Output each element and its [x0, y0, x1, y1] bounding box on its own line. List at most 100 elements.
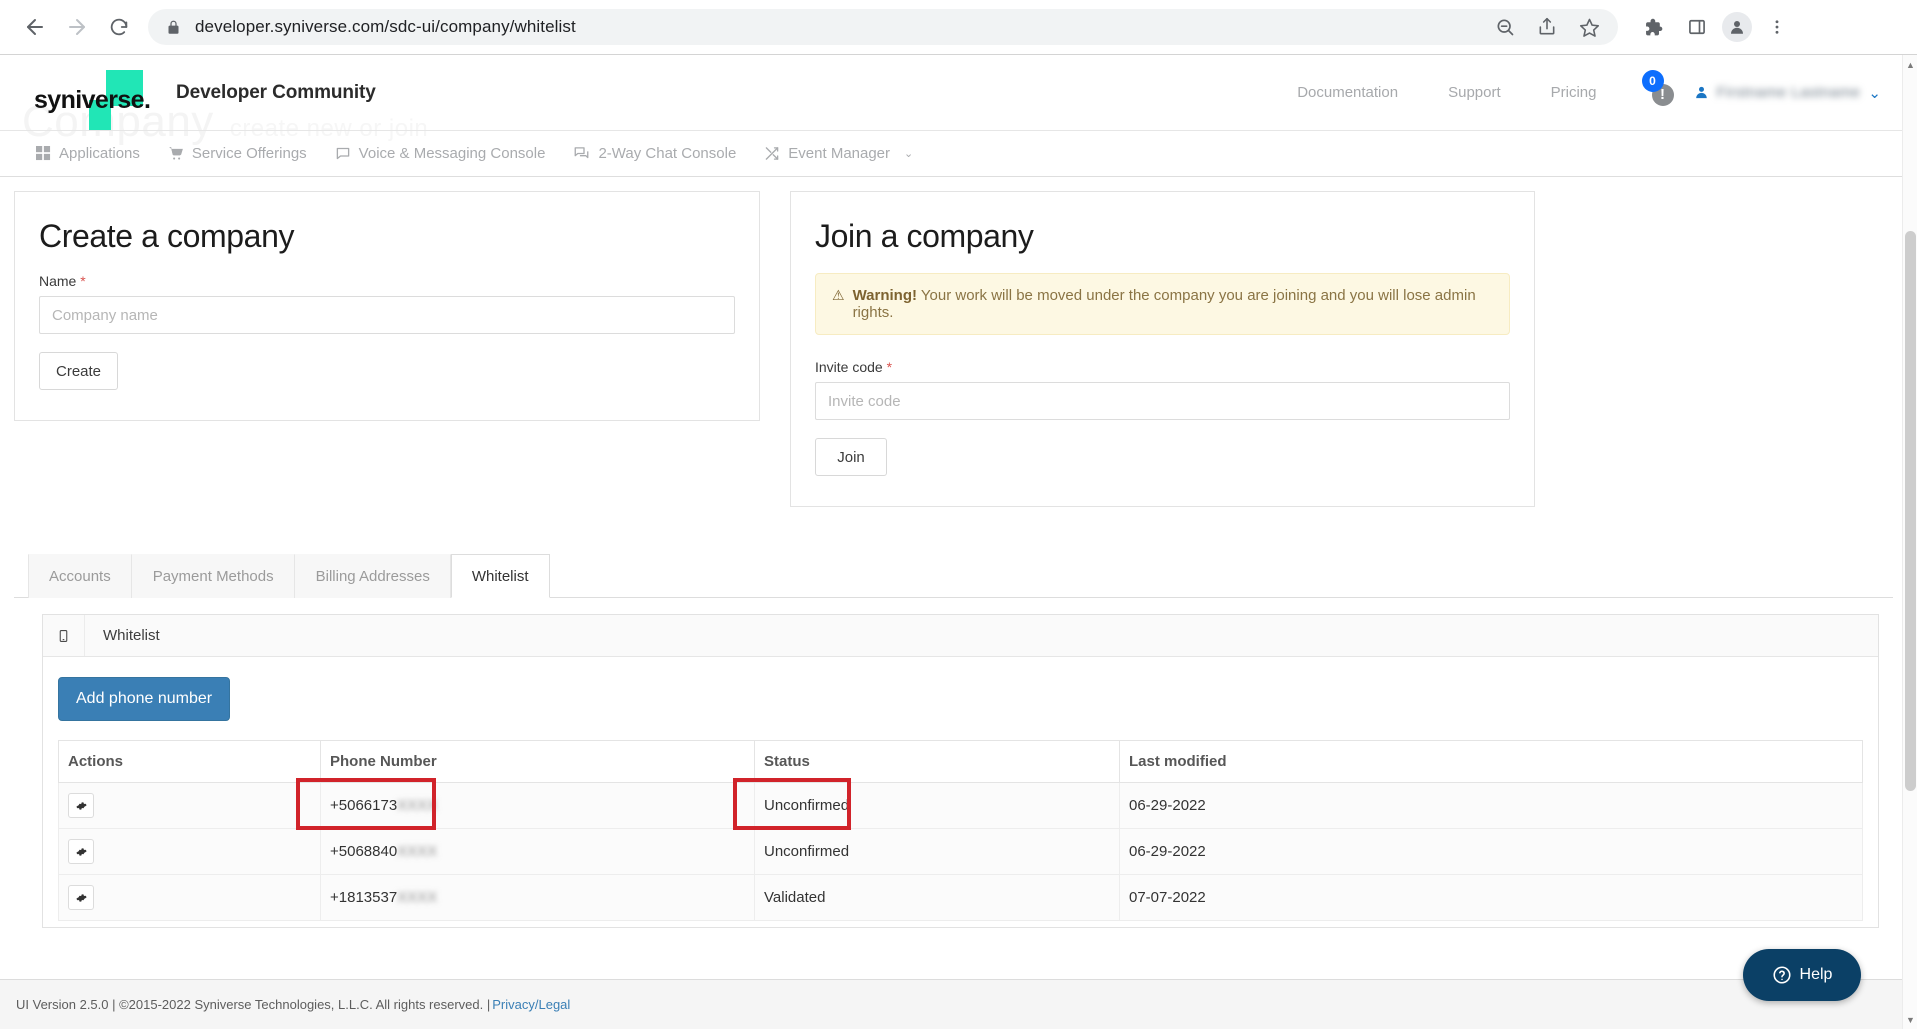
- user-name-label: Firstname Lastname: [1716, 84, 1861, 101]
- phone-number-visible: +1813537: [330, 889, 398, 906]
- nav-item-event-manager[interactable]: Event Manager ⌄: [750, 145, 927, 162]
- nav-item-applications[interactable]: Applications: [22, 145, 154, 162]
- cell-phone-number: +1813537XXXX: [320, 874, 755, 921]
- phone-number-redacted: XXXX: [397, 889, 438, 906]
- whitelist-table: Actions Phone Number Status Last modifie…: [58, 740, 1863, 921]
- shuffle-icon: [764, 146, 780, 161]
- phone-number-redacted: XXXX: [397, 797, 438, 814]
- phone-number-visible: +5066173: [330, 797, 398, 814]
- cell-actions: [58, 828, 321, 875]
- help-widget-label: Help: [1799, 966, 1833, 983]
- page-scrollbar[interactable]: ▲ ▼: [1902, 55, 1917, 1029]
- join-company-title: Join a company: [815, 218, 1034, 254]
- header-right-links: Documentation Support Pricing 0 ! Firstn…: [1272, 69, 1886, 113]
- nav-item-2way-chat-console[interactable]: 2-Way Chat Console: [559, 145, 750, 162]
- invite-label-text: Invite code: [815, 359, 883, 375]
- tab-payment-methods[interactable]: Payment Methods: [131, 554, 295, 598]
- bookmark-star-icon[interactable]: [1570, 8, 1608, 46]
- whitelist-card-body: Add phone number Actions Phone Number St…: [43, 657, 1878, 927]
- cell-phone-number: +5068840XXXX: [320, 828, 755, 875]
- scroll-up-arrow-icon[interactable]: ▲: [1903, 57, 1917, 73]
- name-label-text: Name: [39, 273, 77, 289]
- table-row: +5066173XXXX Unconfirmed 06-29-2022: [58, 782, 1863, 829]
- header-link-pricing[interactable]: Pricing: [1526, 84, 1622, 101]
- chevron-down-icon: ⌄: [1868, 84, 1881, 102]
- nav-item-service-offerings[interactable]: Service Offerings: [154, 145, 321, 162]
- share-icon[interactable]: [1528, 8, 1566, 46]
- cell-last-modified: 06-29-2022: [1119, 828, 1863, 875]
- privacy-legal-link[interactable]: Privacy/Legal: [492, 997, 570, 1012]
- forward-button[interactable]: [56, 6, 98, 48]
- add-phone-number-button[interactable]: Add phone number: [58, 677, 231, 721]
- create-company-panel: Create a company Name * Create: [14, 191, 760, 421]
- user-icon: [1695, 86, 1707, 99]
- table-row: +5068840XXXX Unconfirmed 06-29-2022: [58, 828, 1863, 875]
- extensions-icon[interactable]: [1634, 8, 1672, 46]
- nav-label-event-manager: Event Manager: [788, 145, 891, 162]
- zoom-out-icon[interactable]: [1486, 8, 1524, 46]
- status-badge: Unconfirmed: [764, 797, 850, 814]
- whitelist-card-title: Whitelist: [103, 627, 160, 644]
- gear-icon[interactable]: [68, 793, 94, 818]
- browser-right-actions: [1628, 8, 1796, 46]
- brand-logo[interactable]: syniverse. Developer Community: [34, 66, 376, 130]
- cart-icon: [168, 146, 184, 161]
- user-account-menu[interactable]: Firstname Lastname ⌄: [1694, 84, 1886, 102]
- gear-icon[interactable]: [68, 885, 94, 910]
- scroll-down-arrow-icon[interactable]: ▼: [1903, 1012, 1917, 1028]
- tab-whitelist[interactable]: Whitelist: [450, 554, 550, 598]
- required-asterisk: *: [886, 359, 893, 375]
- column-header-phone-number: Phone Number: [320, 740, 755, 783]
- lock-icon[interactable]: [166, 19, 181, 36]
- company-tabs: Accounts Payment Methods Billing Address…: [14, 553, 1893, 598]
- table-header-row: Actions Phone Number Status Last modifie…: [58, 740, 1863, 783]
- join-button[interactable]: Join: [815, 438, 887, 476]
- profile-avatar-icon[interactable]: [1722, 12, 1752, 42]
- brand-title: Developer Community: [176, 81, 376, 103]
- back-button[interactable]: [14, 6, 56, 48]
- column-header-last-modified: Last modified: [1119, 740, 1863, 783]
- page-viewport: Company create new or join syniverse. Dev…: [0, 54, 1917, 1029]
- page-content: Create a company Name * Create Join a co…: [0, 177, 1917, 957]
- cell-status: Unconfirmed: [754, 782, 1120, 829]
- comments-icon: [573, 146, 590, 161]
- nav-item-voice-messaging-console[interactable]: Voice & Messaging Console: [321, 145, 560, 162]
- chrome-menu-icon[interactable]: [1758, 8, 1796, 46]
- notifications-button[interactable]: 0 !: [1636, 69, 1684, 113]
- warning-triangle-icon: ⚠: [832, 287, 845, 303]
- create-button[interactable]: Create: [39, 352, 119, 390]
- reload-button[interactable]: [98, 6, 140, 48]
- nav-label-voice-messaging-console: Voice & Messaging Console: [358, 145, 546, 162]
- invite-code-input[interactable]: [815, 382, 1510, 420]
- create-company-title: Create a company: [39, 218, 295, 254]
- footer-text: UI Version 2.5.0 | ©2015-2022 Syniverse …: [16, 997, 491, 1012]
- column-header-actions: Actions: [58, 740, 321, 783]
- tab-billing-addresses[interactable]: Billing Addresses: [294, 554, 451, 598]
- cell-status: Validated: [754, 874, 1120, 921]
- chevron-down-icon: ⌄: [904, 148, 914, 160]
- invite-code-field-label: Invite code *: [815, 359, 1510, 375]
- required-asterisk: *: [80, 273, 86, 289]
- header-link-support[interactable]: Support: [1423, 84, 1526, 101]
- company-name-input[interactable]: [39, 296, 735, 334]
- browser-toolbar: developer.syniverse.com/sdc-ui/company/w…: [0, 0, 1917, 54]
- status-badge: Validated: [764, 889, 826, 906]
- logo-wordmark-dot: .: [143, 85, 151, 114]
- cell-status: Unconfirmed: [754, 828, 1120, 875]
- name-field-label: Name *: [39, 273, 735, 289]
- logo-wordmark: syniverse.: [34, 85, 151, 115]
- address-bar[interactable]: developer.syniverse.com/sdc-ui/company/w…: [148, 9, 1618, 45]
- nav-label-service-offerings: Service Offerings: [191, 145, 307, 162]
- scrollbar-thumb[interactable]: [1905, 231, 1916, 791]
- whitelist-card: Whitelist Add phone number Actions Phone…: [42, 614, 1879, 928]
- syniverse-logo-icon: syniverse.: [34, 66, 160, 130]
- help-widget-button[interactable]: Help: [1743, 949, 1861, 1001]
- column-header-status: Status: [754, 740, 1120, 783]
- side-panel-icon[interactable]: [1678, 8, 1716, 46]
- header-link-documentation[interactable]: Documentation: [1272, 84, 1423, 101]
- page-footer: UI Version 2.5.0 | ©2015-2022 Syniverse …: [0, 979, 1917, 1029]
- address-bar-url: developer.syniverse.com/sdc-ui/company/w…: [195, 17, 576, 36]
- logo-wordmark-text: syniverse: [34, 85, 145, 114]
- tab-accounts[interactable]: Accounts: [28, 554, 132, 598]
- gear-icon[interactable]: [68, 839, 94, 864]
